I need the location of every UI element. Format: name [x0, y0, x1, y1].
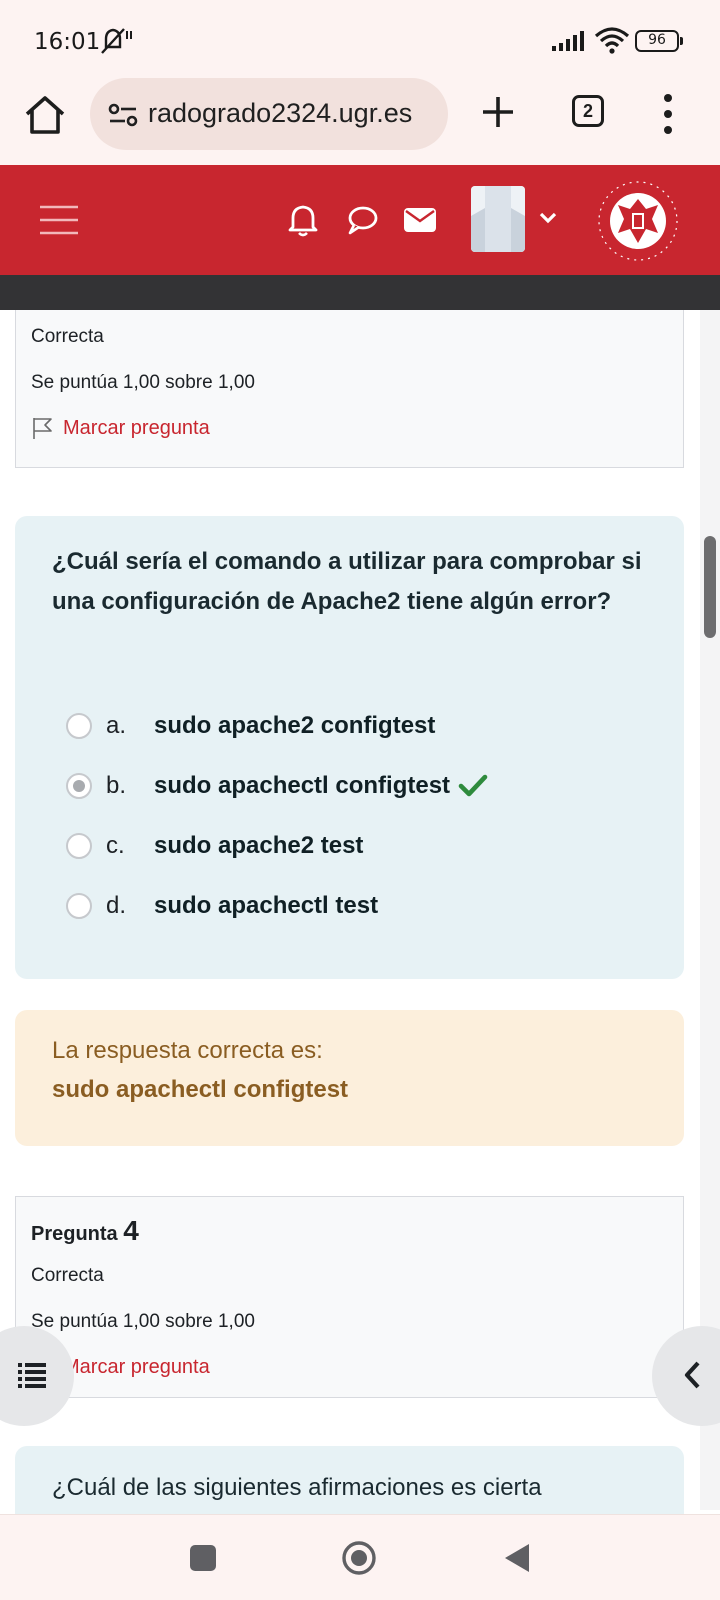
question-info-card: Correcta Se puntúa 1,00 sobre 1,00 Marca… [15, 310, 684, 468]
flag-icon [33, 418, 52, 439]
flag-question-label[interactable]: Marcar pregunta [63, 1356, 210, 1379]
correct-answer-feedback: La respuesta correcta es: sudo apachectl… [15, 1010, 684, 1146]
question-grade: Se puntúa 1,00 sobre 1,00 [31, 1311, 255, 1332]
feedback-answer: sudo apachectl configtest [52, 1076, 349, 1103]
status-bar: 16:01 96 [0, 0, 720, 78]
question-number: 4 [123, 1215, 139, 1246]
list-icon [18, 1363, 46, 1388]
flag-question-label[interactable]: Marcar pregunta [63, 417, 210, 440]
user-avatar[interactable] [471, 186, 525, 252]
wifi-icon [594, 27, 630, 54]
answer-option-a[interactable]: a. sudo apache2 configtest [66, 706, 435, 746]
new-tab-icon[interactable] [478, 92, 518, 132]
answer-text[interactable]: sudo apachectl test [154, 892, 378, 920]
browser-toolbar: radogrado2324.ugr.es 2 [0, 78, 720, 165]
mail-icon[interactable] [403, 207, 437, 233]
messages-icon[interactable] [346, 205, 378, 235]
site-navbar [0, 165, 720, 275]
recent-apps-icon[interactable] [190, 1545, 216, 1571]
battery-indicator: 96 [635, 30, 683, 52]
home-button-icon[interactable] [340, 1539, 378, 1577]
chevron-left-icon [684, 1361, 700, 1389]
answer-radio[interactable] [66, 893, 92, 919]
secondary-nav-strip [0, 275, 720, 310]
answer-radio-selected[interactable] [66, 773, 92, 799]
question-grade: Se puntúa 1,00 sobre 1,00 [31, 372, 255, 393]
notifications-bell-icon[interactable] [287, 203, 319, 237]
page-scrollbar-thumb[interactable] [704, 536, 716, 638]
question-text-card: ¿Cuál sería el comando a utilizar para c… [15, 516, 684, 979]
answer-text[interactable]: sudo apache2 test [154, 832, 363, 860]
answer-text[interactable]: sudo apache2 configtest [154, 712, 435, 740]
signal-icon [552, 31, 584, 51]
avatar-image-icon [471, 186, 525, 252]
next-question-text: ¿Cuál de las siguientes afirmaciones es … [52, 1474, 542, 1501]
question-state: Correcta [31, 326, 104, 347]
correct-check-icon [458, 774, 488, 797]
answer-letter: b. [106, 772, 127, 799]
answer-letter: c. [106, 832, 125, 859]
tab-switcher-button[interactable]: 2 [572, 95, 604, 127]
university-seal-logo[interactable] [596, 179, 680, 263]
question-text: ¿Cuál sería el comando a utilizar para c… [52, 548, 642, 615]
feedback-label: La respuesta correcta es: [52, 1037, 323, 1064]
url-text[interactable]: radogrado2324.ugr.es [148, 98, 412, 129]
address-bar[interactable]: radogrado2324.ugr.es [90, 78, 448, 150]
answer-letter: d. [106, 892, 127, 919]
answer-text[interactable]: sudo apachectl configtest [154, 772, 450, 800]
site-settings-icon[interactable] [108, 100, 138, 130]
notifications-muted-icon [101, 28, 132, 54]
question-number-heading: Pregunta 4 [31, 1215, 139, 1247]
answer-radio[interactable] [66, 713, 92, 739]
flag-question-link[interactable]: Marcar pregunta [31, 416, 210, 440]
system-navigation-bar [0, 1514, 720, 1600]
answer-option-d[interactable]: d. sudo apachectl test [66, 886, 378, 926]
hamburger-menu-icon[interactable] [40, 203, 78, 237]
question-info-card: Pregunta 4 Correcta Se puntúa 1,00 sobre… [15, 1196, 684, 1398]
status-time: 16:01 [34, 29, 101, 55]
back-icon[interactable] [503, 1542, 531, 1574]
more-options-icon[interactable] [660, 92, 676, 136]
answer-option-b[interactable]: b. sudo apachectl configtest [66, 766, 488, 806]
answer-letter: a. [106, 712, 127, 739]
answer-option-c[interactable]: c. sudo apache2 test [66, 826, 363, 866]
chevron-down-icon[interactable] [538, 210, 558, 226]
answer-radio[interactable] [66, 833, 92, 859]
question-state: Correcta [31, 1265, 104, 1286]
next-question-card: ¿Cuál de las siguientes afirmaciones es … [15, 1446, 684, 1516]
question-label: Pregunta [31, 1223, 118, 1245]
home-icon[interactable] [22, 92, 68, 138]
